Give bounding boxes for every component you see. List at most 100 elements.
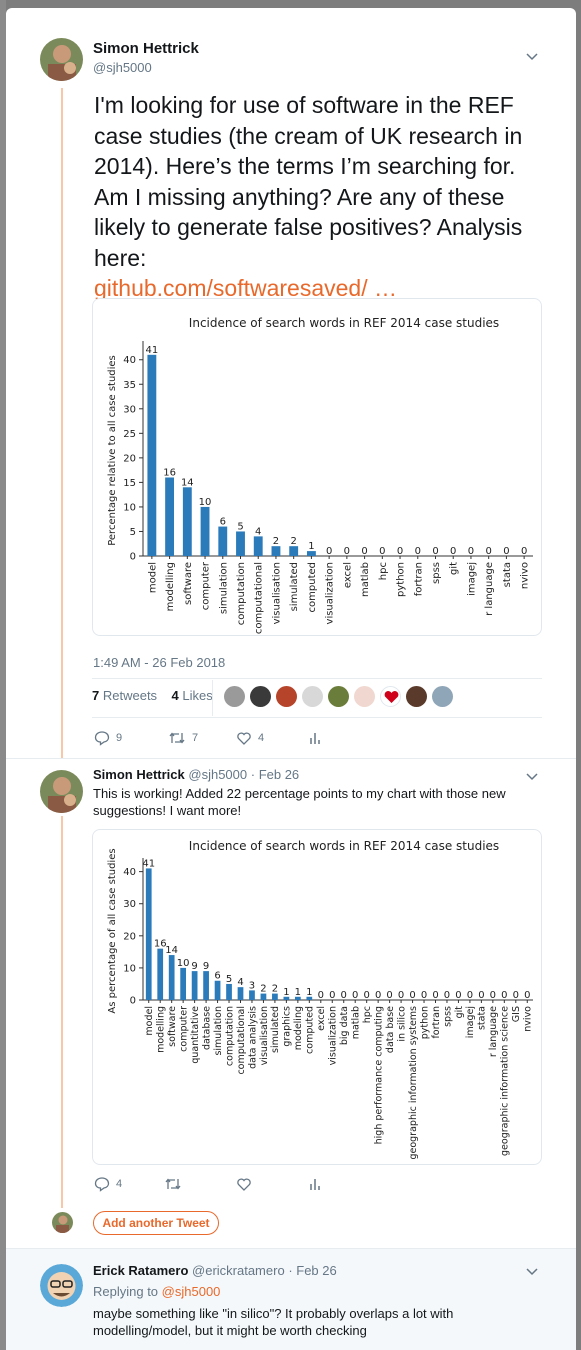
data-label: 9: [191, 961, 197, 972]
author-handle[interactable]: @erickratamero: [192, 1263, 285, 1278]
liker-avatar[interactable]: [250, 686, 271, 707]
x-tick-label: computer: [201, 561, 212, 610]
reply-icon: [94, 1177, 110, 1192]
author-handle[interactable]: @sjh5000: [188, 767, 247, 782]
bar-chart-2: Incidence of search words in REF 2014 ca…: [107, 839, 534, 1160]
x-tick-label: visualisation: [271, 562, 282, 624]
avatar[interactable]: [40, 38, 83, 81]
data-label: 16: [163, 467, 176, 478]
data-label: 1: [283, 987, 289, 998]
x-tick-label: r language: [488, 1006, 499, 1057]
bar: [145, 868, 152, 1000]
author-name[interactable]: Simon Hettrick: [93, 40, 199, 57]
bar: [214, 980, 221, 1000]
like-icon: [237, 732, 251, 745]
data-label: 0: [415, 546, 421, 557]
reply-text: maybe something like "in silico"? It pro…: [93, 1306, 454, 1338]
chart-title: Incidence of search words in REF 2014 ca…: [189, 839, 499, 853]
liker-avatar[interactable]: [406, 686, 427, 707]
bar: [203, 971, 209, 1000]
engagement-stats: 7 Retweets 4 Likes: [92, 688, 213, 703]
like-button[interactable]: 4: [236, 730, 264, 746]
tweet-date[interactable]: · Feb 26: [251, 767, 299, 782]
y-tick-label: 0: [130, 996, 136, 1007]
liker-avatar[interactable]: [276, 686, 297, 707]
data-label: 0: [363, 990, 369, 1001]
bar: [271, 546, 281, 556]
add-another-tweet-button[interactable]: Add another Tweet: [93, 1211, 219, 1235]
thread-line: [61, 88, 63, 758]
data-label: 0: [361, 546, 367, 557]
tweet2-header: Simon Hettrick @sjh5000 · Feb 26: [93, 767, 299, 782]
data-label: 41: [142, 858, 155, 869]
author-name[interactable]: Erick Ratamero: [93, 1263, 188, 1278]
analytics-button[interactable]: [308, 1176, 322, 1192]
x-tick-label: python: [419, 1006, 430, 1039]
bar: [237, 987, 244, 1000]
x-tick-label: visualization: [328, 1006, 339, 1065]
liker-avatar[interactable]: [432, 686, 453, 707]
likes-count: 4: [171, 688, 179, 703]
data-label: 0: [455, 990, 461, 1001]
avatar[interactable]: [40, 1264, 83, 1307]
data-label: 10: [199, 497, 212, 508]
x-tick-label: computed: [305, 1006, 316, 1054]
liker-avatar[interactable]: [380, 686, 401, 707]
reply-button[interactable]: 9: [94, 730, 122, 746]
y-tick-label: 10: [123, 502, 136, 513]
reply-button[interactable]: 4: [94, 1176, 122, 1192]
divider: [92, 717, 542, 718]
replying-to-handle[interactable]: @sjh5000: [162, 1284, 221, 1299]
retweets-stat[interactable]: 7 Retweets: [92, 688, 157, 703]
x-tick-label: nvivo: [520, 562, 531, 589]
author-name[interactable]: Simon Hettrick: [93, 767, 185, 782]
analytics-button[interactable]: [308, 730, 322, 746]
y-tick-label: 20: [123, 453, 136, 464]
x-tick-label: model: [144, 1006, 155, 1036]
data-label: 0: [432, 546, 438, 557]
chart-card-1[interactable]: Incidence of search words in REF 2014 ca…: [92, 298, 542, 636]
retweet-button[interactable]: 7: [168, 730, 198, 746]
x-tick-label: stata: [502, 562, 513, 587]
data-label: 4: [237, 977, 243, 988]
bar: [147, 354, 157, 556]
stats-separator: [212, 680, 213, 716]
data-label: 14: [181, 477, 194, 488]
data-label: 1: [308, 541, 314, 552]
divider: [92, 678, 542, 679]
thread-line: [61, 816, 63, 1208]
liker-avatar[interactable]: [224, 686, 245, 707]
tweet-date[interactable]: · Feb 26: [288, 1263, 336, 1278]
data-label: 0: [513, 990, 519, 1001]
tweet-timestamp[interactable]: 1:49 AM - 26 Feb 2018: [93, 655, 225, 670]
x-tick-label: simulated: [270, 1006, 281, 1053]
x-tick-label: fortran: [413, 562, 424, 596]
liker-avatar[interactable]: [354, 686, 375, 707]
bar-chart-1: Incidence of search words in REF 2014 ca…: [107, 316, 533, 634]
likes-stat[interactable]: 4 Likes: [172, 688, 213, 703]
chevron-down-icon[interactable]: [526, 53, 538, 61]
tweet-body: I'm looking for use of software in the R…: [94, 92, 523, 271]
y-axis-label: As percentage of all case studies: [107, 848, 118, 1013]
data-label: 0: [398, 990, 404, 1001]
like-button[interactable]: [236, 1176, 252, 1192]
retweet-button[interactable]: [164, 1176, 182, 1192]
data-label: 4: [255, 526, 261, 537]
liker-avatar[interactable]: [328, 686, 349, 707]
liker-avatar[interactable]: [302, 686, 323, 707]
tweet-text: This is working! Added 22 percentage poi…: [93, 786, 506, 818]
data-label: 0: [318, 990, 324, 1001]
x-tick-label: modeling: [293, 1006, 304, 1050]
replying-to-label: Replying to: [93, 1284, 159, 1299]
data-label: 2: [260, 984, 266, 995]
data-label: 0: [444, 990, 450, 1001]
retweet-count: 7: [192, 732, 199, 744]
data-label: 0: [341, 990, 347, 1001]
author-handle[interactable]: @sjh5000: [93, 60, 152, 75]
bar: [200, 506, 210, 556]
x-tick-label: excel: [342, 562, 353, 588]
avatar[interactable]: [40, 770, 83, 813]
chevron-down-icon[interactable]: [526, 1268, 538, 1276]
chevron-down-icon[interactable]: [526, 773, 538, 781]
chart-card-2[interactable]: Incidence of search words in REF 2014 ca…: [92, 829, 542, 1165]
